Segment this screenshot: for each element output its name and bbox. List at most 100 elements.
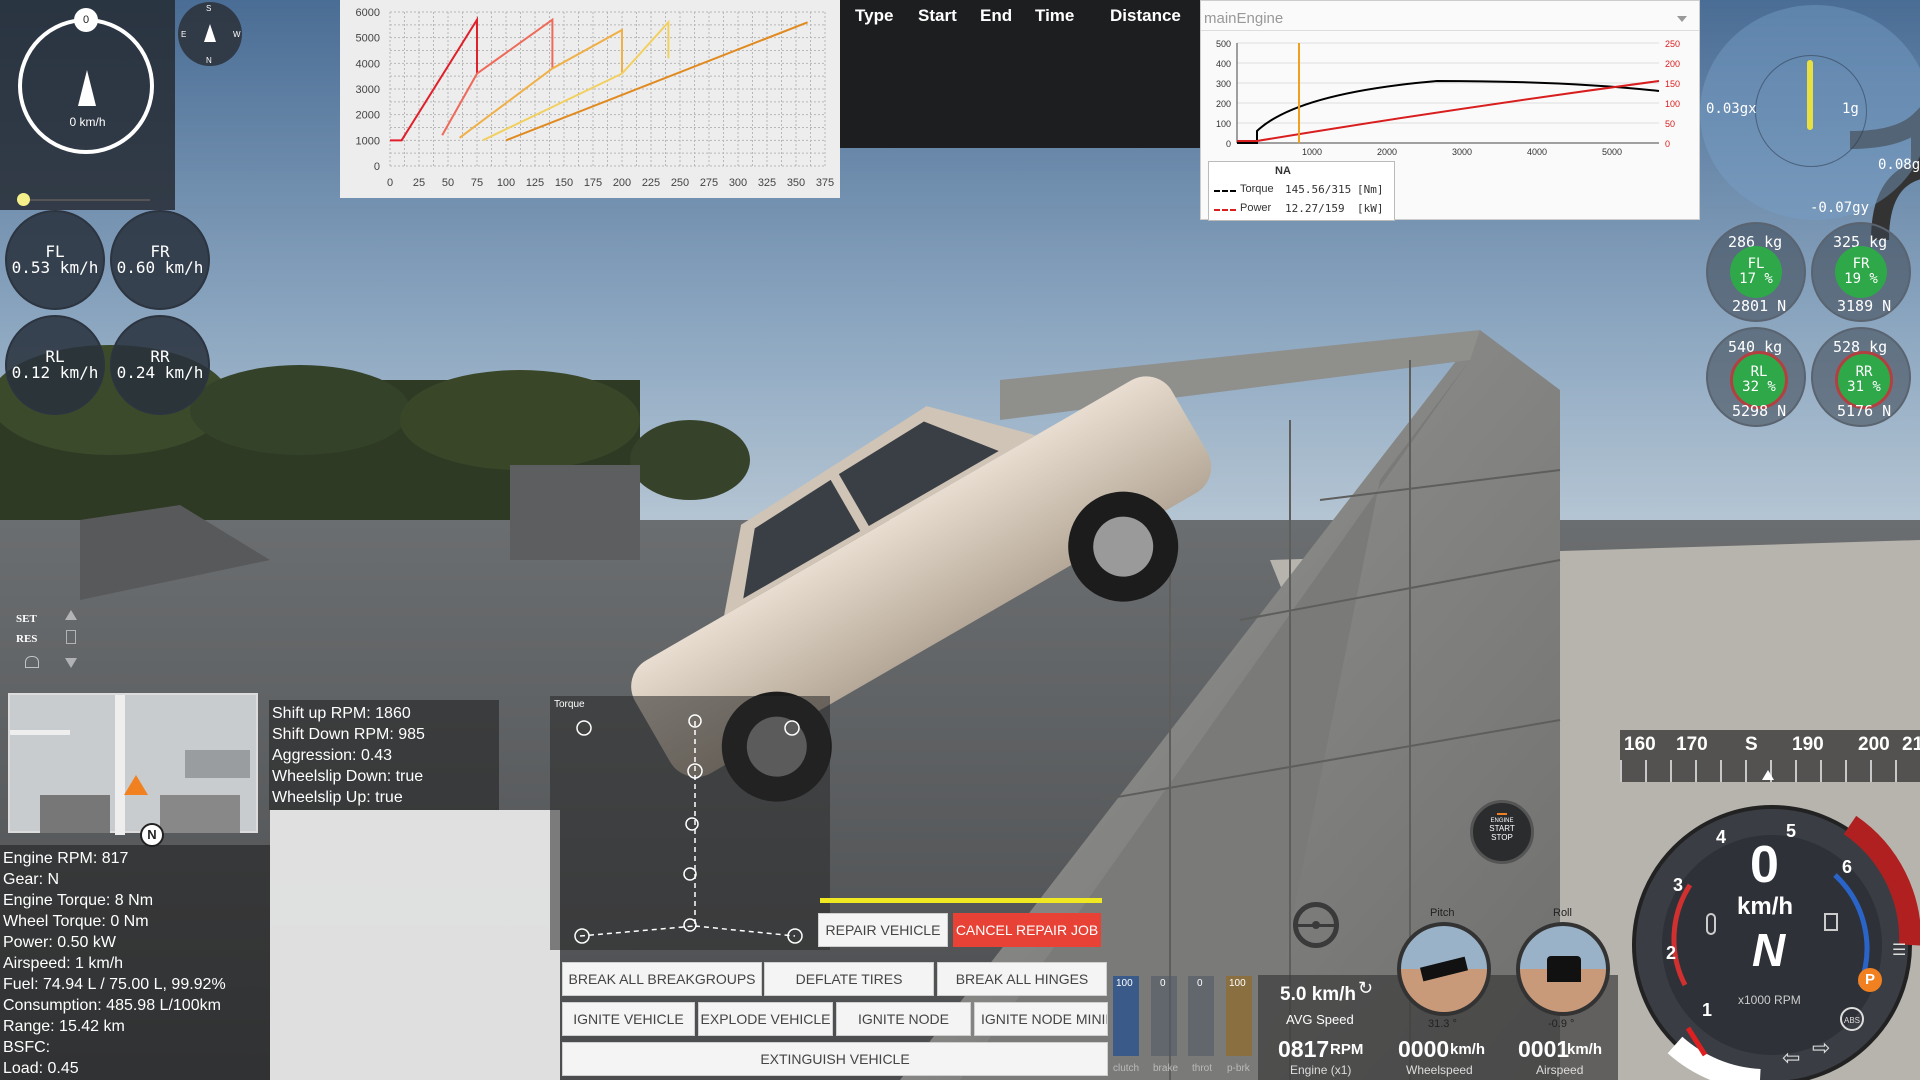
start-stop-indicator — [1497, 813, 1507, 815]
cruise-down-icon[interactable] — [65, 658, 77, 668]
tire-load-fr: 325 kg FR 19 % 3189 N — [1811, 222, 1911, 322]
engine-select-dropdown[interactable]: mainEngine — [1201, 6, 1699, 31]
load-id: FR — [1852, 256, 1870, 272]
x-tick-label: 250 — [671, 177, 689, 189]
gforce-trace — [1807, 60, 1813, 130]
cruise-up-icon[interactable] — [65, 610, 77, 620]
gforce-meter: 0.03gx 1g 0.08g -0.07gy — [1700, 5, 1920, 220]
x-tick-label: 350 — [787, 177, 805, 189]
speed-display: 0 — [1750, 836, 1779, 894]
torque-legend-unit: [Nm] — [1357, 183, 1384, 196]
minimap-road — [115, 695, 125, 835]
wheelslip-down: Wheelslip Down: true — [272, 768, 424, 785]
mini-compass-w: W — [233, 30, 241, 39]
x-tick-label: 75 — [471, 177, 483, 189]
x-tick-label: 225 — [642, 177, 660, 189]
avg-speed-label: AVG Speed — [1286, 1012, 1354, 1027]
refresh-icon[interactable]: ↻ — [1358, 978, 1373, 999]
cancel-repair-button[interactable]: CANCEL REPAIR JOB — [953, 913, 1101, 947]
mini-compass-s: S — [206, 4, 212, 13]
power-axis-tick: 200 — [1665, 59, 1680, 69]
wheelspeed-label: Wheelspeed — [1406, 1063, 1473, 1077]
pitch-car-icon — [1419, 956, 1469, 982]
wheel-speed-value: 0.24 km/h — [116, 363, 204, 382]
minimap-block — [40, 795, 110, 833]
x-tick-label: 200 — [613, 177, 631, 189]
headlight-icon: ☰ — [1892, 942, 1907, 959]
rpm-tick-2: 2 — [1666, 943, 1677, 963]
speed-slider-track[interactable] — [22, 199, 150, 201]
transmission-panel: Shift up RPM: 1860 Shift Down RPM: 985 A… — [269, 700, 499, 810]
pedal-value: 100 — [1229, 978, 1246, 989]
pedal-panel: 100 0 0 100 clutch brake throt p-brk — [1108, 975, 1258, 1080]
pedal-value: 0 — [1197, 978, 1203, 989]
deflate-tires-button[interactable]: DEFLATE TIRES — [764, 962, 934, 996]
power-axis-tick: 250 — [1665, 39, 1680, 49]
load-n: 2801 N — [1732, 297, 1787, 315]
torque-legend-label: Torque — [1240, 183, 1274, 195]
pedal-label: p-brk — [1227, 1063, 1250, 1074]
cruise-toggle-icon[interactable] — [66, 630, 76, 644]
pedal-value: 100 — [1116, 978, 1133, 989]
load-gauge: FL 17 % — [1730, 246, 1782, 298]
ignite-node-minimal-button[interactable]: IGNITE NODE MINIM — [974, 1002, 1108, 1036]
shift-up-rpm: Shift up RPM: 1860 — [272, 705, 411, 722]
torque-axis-tick: 0 — [1226, 139, 1231, 149]
load-gauge: FR 19 % — [1835, 246, 1887, 298]
minimap[interactable]: N — [8, 693, 258, 847]
torque-legend-value: 145.56/315 — [1285, 183, 1352, 196]
ignite-vehicle-button[interactable]: IGNITE VEHICLE — [562, 1002, 695, 1036]
load-id: FL — [1747, 256, 1765, 272]
engine-info-panel: Engine RPM: 817 Gear: N Engine Torque: 8… — [0, 845, 270, 1080]
compass-speed: 0 km/h — [69, 115, 106, 129]
speed-slider-knob[interactable] — [17, 193, 30, 206]
pedal-clutch: 100 — [1113, 976, 1139, 1056]
pedal-brake: 0 — [1151, 976, 1177, 1056]
x-tick-label: 325 — [758, 177, 776, 189]
break-all-hinges-button[interactable]: BREAK ALL HINGES — [937, 962, 1107, 996]
rpm-axis-tick: 4000 — [1527, 147, 1547, 157]
roll-gauge — [1516, 922, 1610, 1016]
minimap-gear-marker: N — [140, 823, 164, 847]
roll-car-icon — [1547, 956, 1581, 982]
extinguish-vehicle-button[interactable]: EXTINGUISH VEHICLE — [562, 1042, 1108, 1076]
gforce-center: 1g — [1842, 101, 1859, 117]
gear: Gear: N — [3, 871, 60, 888]
heading-label: 170 — [1676, 734, 1708, 755]
ignite-node-button[interactable]: IGNITE NODE — [836, 1002, 971, 1036]
shift-down-rpm: Shift Down RPM: 985 — [272, 726, 425, 743]
shift-chart-svg: 6000 5000 4000 3000 2000 1000 00 25 50 75 100 125 15… — [356, 7, 835, 189]
engine-start-stop-button[interactable]: ENGINE START STOP — [1470, 800, 1534, 864]
load-n: 5176 N — [1837, 402, 1892, 420]
power-axis-tick: 150 — [1665, 79, 1680, 89]
tire-load-fl: 286 kg FL 17 % 2801 N — [1706, 222, 1806, 322]
cruise-set-button[interactable]: SET — [16, 613, 37, 625]
rpm-axis-tick: 5000 — [1602, 147, 1622, 157]
mini-compass: S N E W — [178, 2, 242, 66]
cruise-gauge-icon[interactable] — [25, 656, 39, 668]
rpm-unit: x1000 RPM — [1738, 993, 1801, 1007]
wheel-speed-fr: FR 0.60 km/h — [110, 210, 210, 310]
repair-vehicle-button[interactable]: REPAIR VEHICLE — [818, 913, 948, 947]
break-all-breakgroups-button[interactable]: BREAK ALL BREAKGROUPS — [562, 962, 762, 996]
power-legend-value: 12.27/159 — [1285, 202, 1345, 215]
wheel-speed-fl: FL 0.53 km/h — [5, 210, 105, 310]
x-tick-label: 50 — [442, 177, 454, 189]
power-axis-tick: 100 — [1665, 99, 1680, 109]
torque-tree-graph — [574, 714, 803, 944]
load-id: RL — [1750, 364, 1768, 380]
pedal-throttle: 0 — [1188, 976, 1214, 1056]
engine-rpm-unit: RPM — [1330, 1041, 1364, 1058]
cruise-res-button[interactable]: RES — [16, 633, 37, 645]
trip-header-type: Type — [855, 6, 894, 25]
heading-arrow-icon — [78, 70, 96, 106]
aggression: Aggression: 0.43 — [272, 747, 393, 764]
pedal-label: brake — [1153, 1063, 1179, 1074]
rpm-tick-1: 1 — [1702, 1000, 1713, 1020]
engine-torque: Engine Torque: 8 Nm — [3, 892, 154, 909]
range: Range: 15.42 km — [3, 1018, 125, 1035]
explode-vehicle-button[interactable]: EXPLODE VEHICLE — [698, 1002, 833, 1036]
tire-load-rl: 540 kg RL 32 % 5298 N — [1706, 327, 1806, 427]
load-pct: 17 % — [1739, 271, 1773, 287]
torque-axis-tick: 200 — [1216, 99, 1231, 109]
